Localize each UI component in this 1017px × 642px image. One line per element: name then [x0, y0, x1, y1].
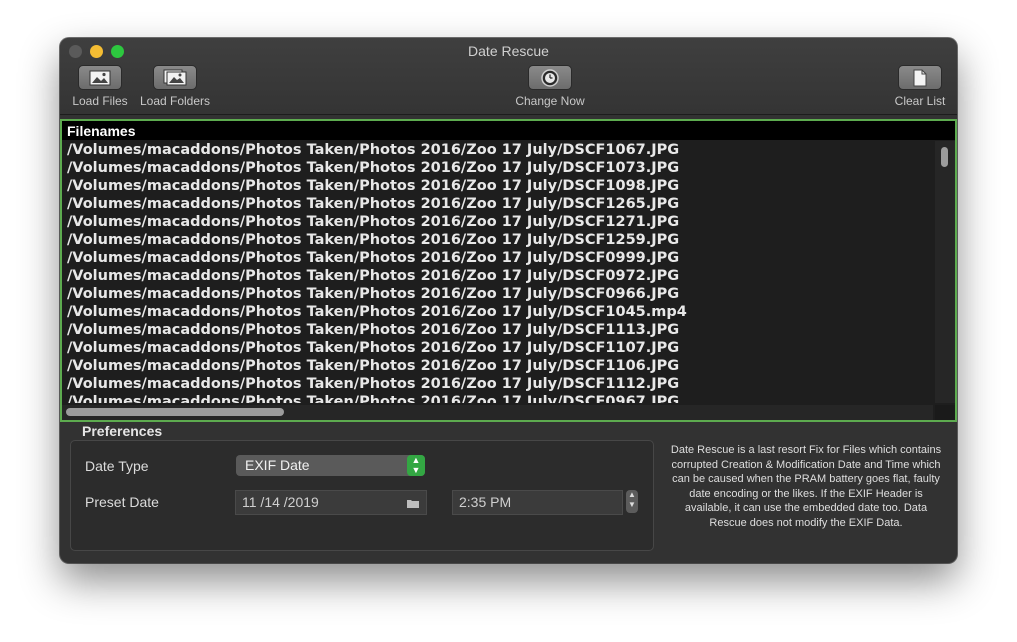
window-title: Date Rescue — [468, 43, 549, 59]
list-item[interactable]: /Volumes/macaddons/Photos Taken/Photos 2… — [62, 141, 933, 159]
list-item[interactable]: /Volumes/macaddons/Photos Taken/Photos 2… — [62, 321, 933, 339]
horizontal-scroll-thumb[interactable] — [66, 408, 284, 416]
app-description: Date Rescue is a last resort Fix for Fil… — [670, 444, 942, 529]
folder-icon[interactable] — [406, 496, 420, 512]
clear-list-button[interactable]: Clear List — [889, 65, 951, 108]
time-stepper-icon[interactable]: ▲ ▼ — [626, 490, 638, 513]
horizontal-scrollbar[interactable] — [62, 405, 933, 420]
list-item[interactable]: /Volumes/macaddons/Photos Taken/Photos 2… — [62, 357, 933, 375]
list-item[interactable]: /Volumes/macaddons/Photos Taken/Photos 2… — [62, 285, 933, 303]
vertical-scroll-thumb[interactable] — [941, 147, 948, 167]
list-item[interactable]: /Volumes/macaddons/Photos Taken/Photos 2… — [62, 195, 933, 213]
preset-time-field[interactable]: 2:35 PM — [452, 490, 623, 515]
vertical-scrollbar[interactable] — [935, 141, 955, 403]
time-value: 2:35 PM — [459, 494, 512, 510]
list-item[interactable]: /Volumes/macaddons/Photos Taken/Photos 2… — [62, 339, 933, 357]
change-now-label: Change Now — [515, 94, 585, 108]
clear-list-label: Clear List — [894, 94, 946, 108]
preferences-title: Preferences — [82, 423, 163, 439]
preset-date-label: Preset Date — [85, 494, 159, 510]
load-folders-label: Load Folders — [139, 94, 211, 108]
date-value: 11 /14 /2019 — [242, 494, 319, 510]
list-item[interactable]: /Volumes/macaddons/Photos Taken/Photos 2… — [62, 375, 933, 393]
app-window: Date Rescue Load Files Load Folders Chan… — [60, 38, 957, 563]
load-files-button[interactable]: Load Files — [68, 65, 132, 108]
column-header-filenames[interactable]: Filenames — [62, 121, 955, 140]
titlebar: Date Rescue Load Files Load Folders Chan… — [60, 38, 957, 115]
chevron-updown-icon: ▲ ▼ — [407, 455, 425, 476]
image-icon — [78, 65, 122, 90]
folder-image-icon — [153, 65, 197, 90]
file-list[interactable]: Filenames /Volumes/macaddons/Photos Take… — [60, 119, 957, 422]
load-folders-button[interactable]: Load Folders — [136, 65, 214, 108]
list-item[interactable]: /Volumes/macaddons/Photos Taken/Photos 2… — [62, 213, 933, 231]
scroll-corner — [935, 405, 955, 420]
change-now-button[interactable]: Change Now — [510, 65, 590, 108]
list-item[interactable]: /Volumes/macaddons/Photos Taken/Photos 2… — [62, 159, 933, 177]
clock-icon — [528, 65, 572, 90]
list-item[interactable]: /Volumes/macaddons/Photos Taken/Photos 2… — [62, 267, 933, 285]
file-list-body[interactable]: /Volumes/macaddons/Photos Taken/Photos 2… — [62, 141, 933, 403]
list-item[interactable]: /Volumes/macaddons/Photos Taken/Photos 2… — [62, 393, 933, 403]
date-type-select[interactable]: EXIF Date ▲ ▼ — [236, 455, 425, 476]
list-item[interactable]: /Volumes/macaddons/Photos Taken/Photos 2… — [62, 231, 933, 249]
date-type-value: EXIF Date — [245, 457, 310, 473]
preferences-panel: Date Type EXIF Date ▲ ▼ Preset Date 11 /1… — [70, 440, 654, 551]
preset-date-field[interactable]: 11 /14 /2019 — [235, 490, 427, 515]
document-icon — [898, 65, 942, 90]
date-type-label: Date Type — [85, 458, 149, 474]
list-item[interactable]: /Volumes/macaddons/Photos Taken/Photos 2… — [62, 303, 933, 321]
list-item[interactable]: /Volumes/macaddons/Photos Taken/Photos 2… — [62, 177, 933, 195]
load-files-label: Load Files — [72, 94, 128, 108]
list-item[interactable]: /Volumes/macaddons/Photos Taken/Photos 2… — [62, 249, 933, 267]
